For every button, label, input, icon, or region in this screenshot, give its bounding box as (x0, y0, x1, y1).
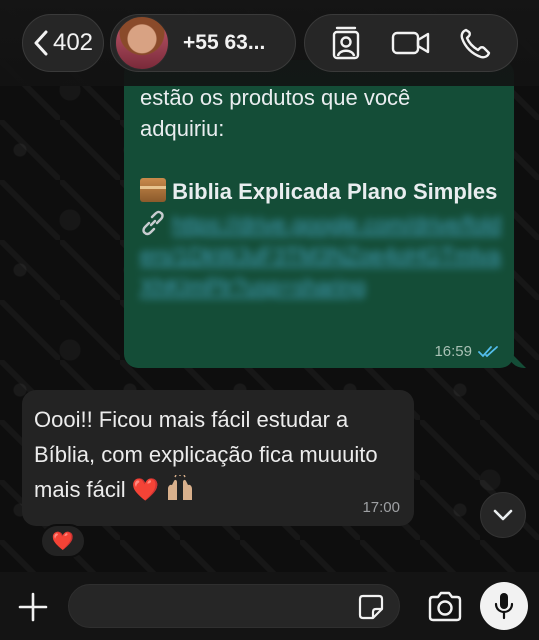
message-time: 16:59 (434, 343, 472, 360)
phone-icon[interactable] (456, 26, 496, 60)
message-composer (0, 572, 539, 640)
plus-icon[interactable] (16, 590, 50, 624)
contact-card-icon[interactable] (326, 26, 366, 60)
outgoing-message[interactable]: estão os produtos que você adquiriu: Bib… (124, 60, 514, 368)
message-input-wrapper (68, 584, 400, 628)
back-button[interactable]: 402 (22, 14, 104, 72)
double-check-icon (478, 345, 498, 357)
header-actions (304, 14, 518, 72)
video-call-icon[interactable] (391, 26, 431, 60)
message-text-line: estão os produtos que você (140, 85, 411, 110)
microphone-icon (494, 593, 514, 620)
product-title: Biblia Explicada Plano Simples (172, 179, 498, 204)
chevron-left-icon (34, 30, 48, 56)
message-text-line: adquiriu: (140, 116, 225, 141)
unread-count: 402 (52, 29, 94, 56)
avatar (115, 16, 169, 70)
chat-header: 402 +55 63... (0, 0, 539, 86)
package-icon (140, 178, 166, 202)
message-input[interactable] (69, 585, 349, 627)
incoming-message[interactable]: Oooi!! Ficou mais fácil estudar a Bíblia… (22, 390, 414, 526)
voice-record-button[interactable] (480, 582, 528, 630)
shared-link[interactable]: https://drive.google.com/drive/folders/1… (140, 212, 501, 299)
raised-hands-icon (168, 475, 193, 500)
camera-icon[interactable] (426, 590, 464, 624)
contact-info-button[interactable]: +55 63... (110, 14, 296, 72)
message-time: 17:00 (362, 499, 400, 516)
message-meta: 16:59 (434, 343, 500, 360)
sticker-icon[interactable] (357, 593, 385, 621)
message-text: Oooi!! Ficou mais fácil estudar a Bíblia… (34, 407, 378, 502)
scroll-to-bottom-button[interactable] (480, 492, 526, 538)
link-icon (142, 210, 164, 236)
contact-name: +55 63... (183, 31, 266, 54)
chevron-down-icon (493, 509, 513, 521)
message-reaction[interactable]: ❤️ (40, 524, 86, 558)
heart-emoji: ❤️ (131, 477, 160, 502)
